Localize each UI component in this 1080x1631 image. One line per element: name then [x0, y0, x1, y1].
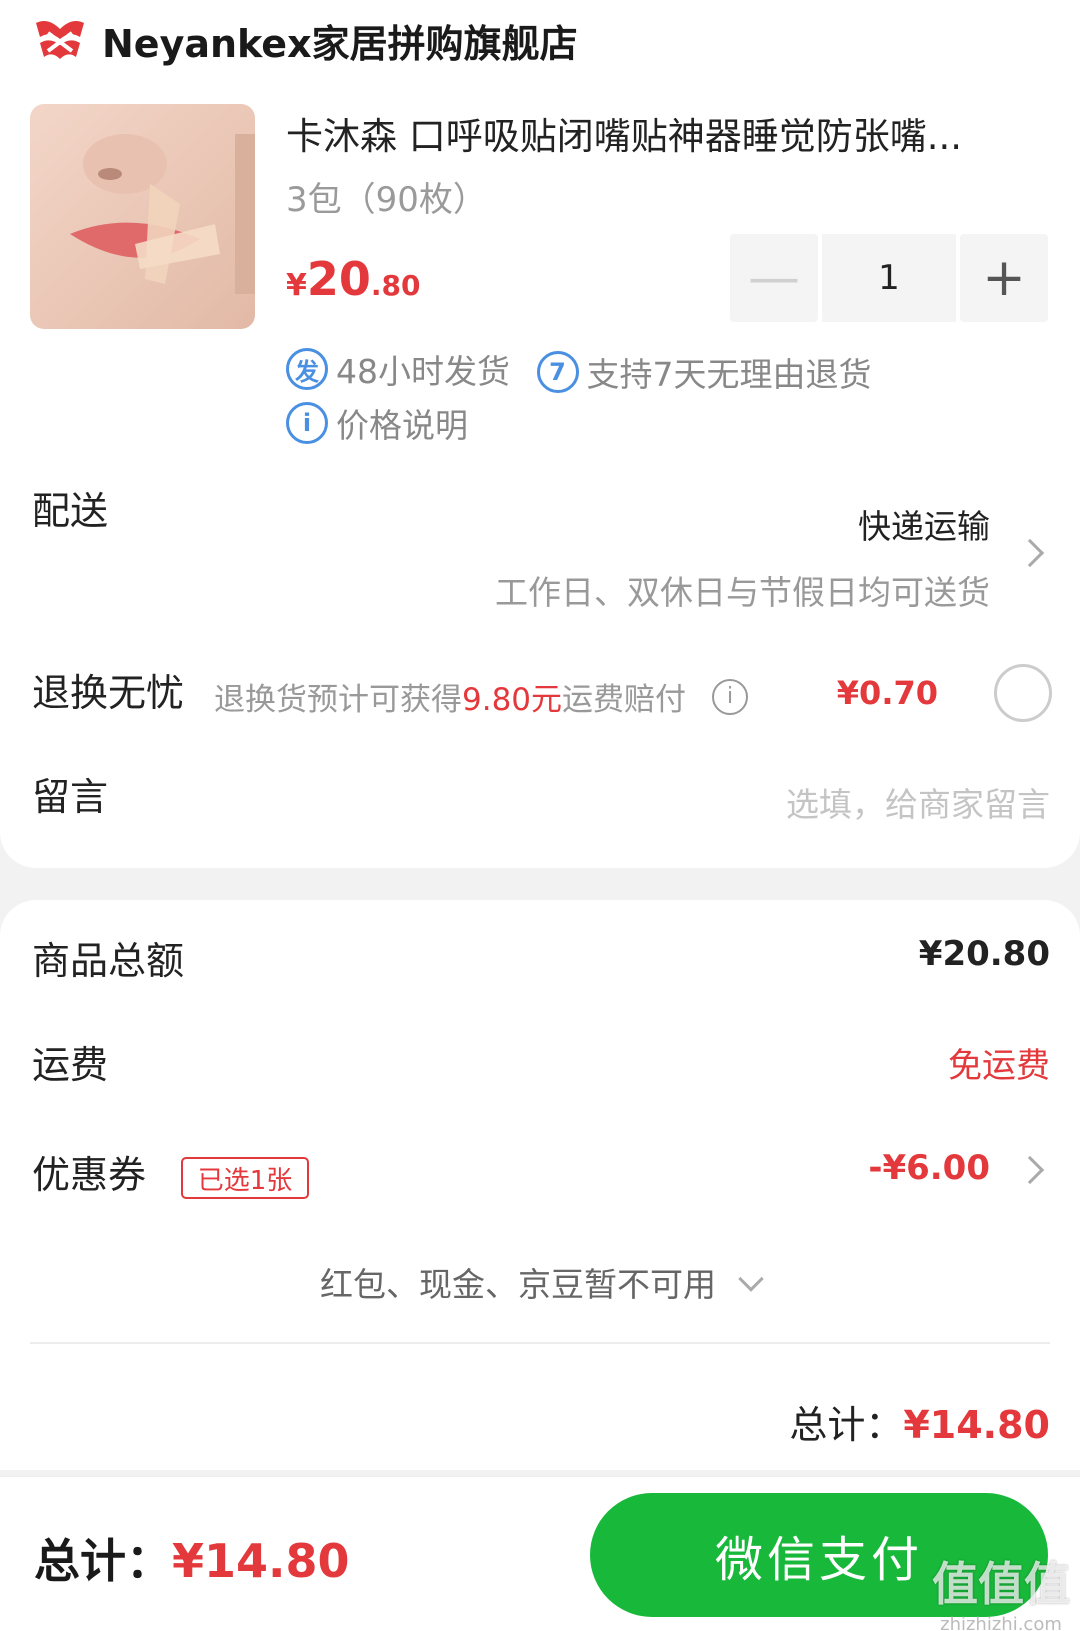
- product-title[interactable]: 卡沐森 口呼吸贴闭嘴贴神器睡觉防张嘴...: [286, 106, 1046, 160]
- subtotal-label: 总计：: [789, 1403, 904, 1447]
- service-tag-label: 支持7天无理由退货: [586, 354, 872, 394]
- delivery-method[interactable]: 快递运输: [858, 500, 990, 548]
- chevron-right-icon[interactable]: [1015, 538, 1045, 568]
- message-input[interactable]: 选填，给商家留言: [786, 778, 1050, 826]
- info-icon[interactable]: i: [712, 678, 749, 715]
- shipping-fee-value: 免运费: [948, 1046, 1050, 1086]
- order-card: Neyankex家居拼购旗舰店 卡沐森 口呼吸贴闭嘴贴神器睡觉防张嘴... 3包…: [0, 0, 1080, 868]
- coupon-value[interactable]: -¥6.00: [868, 1148, 990, 1188]
- checkout-total-label: 总计：: [34, 1534, 172, 1588]
- divider: [30, 1342, 1050, 1344]
- return-7day-icon: 7: [536, 350, 579, 393]
- quantity-input[interactable]: 1: [822, 234, 956, 322]
- goods-total-label: 商品总额: [32, 939, 185, 983]
- unavailable-discounts[interactable]: 红包、现金、京豆暂不可用: [0, 1258, 1080, 1306]
- checkout-total-value: ¥14.80: [172, 1534, 350, 1588]
- service-tag: 7 支持7天无理由退货: [536, 347, 872, 397]
- quantity-stepper: — 1 +: [730, 234, 1048, 322]
- returns-label: 退换无忧: [32, 671, 185, 715]
- coupon-badge: 已选1张: [181, 1157, 309, 1199]
- watermark: 值值值 zhizhizhi.com: [932, 1548, 1070, 1631]
- subtotal: 总计：¥14.80: [789, 1394, 1050, 1449]
- ship-48h-icon: 发: [286, 348, 328, 390]
- subtotal-value: ¥14.80: [903, 1403, 1050, 1447]
- returns-desc-prefix: 退换货预计可获得: [214, 682, 462, 718]
- price-symbol: ¥: [286, 268, 307, 303]
- coupon-label: 优惠券: [32, 1153, 147, 1197]
- unavailable-label: 红包、现金、京豆暂不可用: [320, 1265, 716, 1304]
- goods-total-value: ¥20.80: [918, 934, 1050, 974]
- service-tag-label: 48小时发货: [336, 352, 510, 391]
- increase-button[interactable]: +: [960, 234, 1048, 322]
- service-tag: 发 48小时发货: [286, 344, 510, 394]
- product-spec[interactable]: 3包（90枚）: [286, 172, 487, 221]
- returns-desc-suffix: 运费赔付: [562, 682, 687, 718]
- product-price: ¥20.80: [286, 252, 421, 306]
- returns-description: 退换货预计可获得 9.80元 运费赔付 i: [214, 674, 749, 719]
- decrease-button[interactable]: —: [730, 234, 818, 322]
- price-note-link[interactable]: i 价格说明: [286, 398, 468, 448]
- returns-price: ¥0.70: [836, 674, 938, 712]
- shop-header[interactable]: Neyankex家居拼购旗舰店: [30, 12, 578, 68]
- delivery-note: 工作日、双休日与节假日均可送货: [495, 573, 990, 612]
- shop-logo-icon: [36, 21, 84, 59]
- shop-name: Neyankex家居拼购旗舰店: [102, 21, 578, 66]
- price-integer: 20: [306, 252, 371, 306]
- watermark-logo: 值值值: [932, 1557, 1070, 1611]
- returns-radio[interactable]: [994, 664, 1052, 722]
- product-thumbnail[interactable]: [30, 104, 255, 329]
- price-decimal: .80: [370, 269, 421, 302]
- info-icon: i: [286, 402, 328, 444]
- delivery-label: 配送: [32, 489, 109, 533]
- checkout-total: 总计：¥14.80: [34, 1525, 350, 1591]
- chevron-down-icon: [738, 1266, 764, 1292]
- price-note-label: 价格说明: [336, 406, 468, 445]
- checkout-bar: 总计：¥14.80 微信支付: [0, 1476, 1080, 1631]
- message-label: 留言: [32, 775, 109, 819]
- shipping-fee-label: 运费: [32, 1043, 109, 1087]
- service-tags: 发 48小时发货 7 支持7天无理由退货: [286, 344, 1046, 397]
- returns-desc-amount: 9.80元: [462, 682, 563, 718]
- watermark-url: zhizhizhi.com: [940, 1614, 1062, 1631]
